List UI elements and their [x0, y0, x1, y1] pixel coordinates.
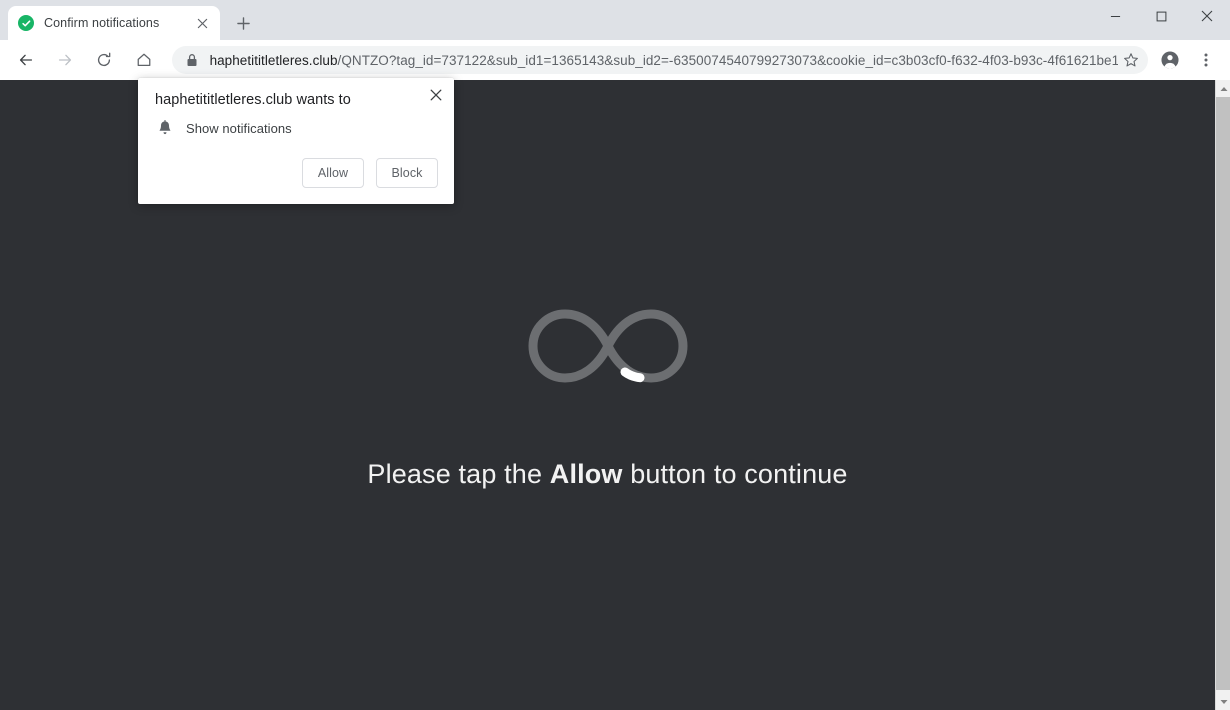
tab-strip: Confirm notifications — [0, 0, 1230, 40]
browser-tab[interactable]: Confirm notifications — [8, 6, 220, 40]
dialog-title: haphetititletleres.club wants to — [155, 92, 351, 108]
scroll-up-icon[interactable] — [1216, 80, 1230, 97]
maximize-icon[interactable] — [1138, 0, 1184, 32]
tab-title: Confirm notifications — [44, 16, 160, 30]
dialog-actions: Allow Block — [302, 158, 438, 188]
permission-row: Show notifications — [155, 120, 292, 136]
bell-icon — [155, 120, 175, 136]
close-window-icon[interactable] — [1184, 0, 1230, 32]
back-arrow-icon[interactable] — [11, 45, 40, 75]
allow-button[interactable]: Allow — [302, 158, 364, 188]
page-scrollbar[interactable] — [1215, 80, 1230, 710]
account-avatar-icon[interactable] — [1155, 45, 1185, 75]
reload-icon[interactable] — [90, 45, 119, 75]
minimize-icon[interactable] — [1092, 0, 1138, 32]
dialog-close-icon[interactable] — [424, 83, 448, 107]
browser-toolbar: haphetititletleres.club/QNTZO?tag_id=737… — [0, 40, 1230, 80]
three-dot-menu-icon[interactable] — [1191, 45, 1221, 75]
lock-icon — [184, 53, 200, 67]
message-suffix: button to continue — [622, 459, 848, 489]
url-text: haphetititletleres.club/QNTZO?tag_id=737… — [210, 53, 1118, 68]
scroll-down-icon[interactable] — [1216, 693, 1230, 710]
notification-permission-dialog: haphetititletleres.club wants to Show no… — [138, 78, 454, 204]
new-tab-icon[interactable] — [229, 9, 257, 37]
scroll-thumb[interactable] — [1216, 97, 1230, 690]
message-prefix: Please tap the — [367, 459, 550, 489]
browser-window: Confirm notifications haphetititletleres… — [0, 0, 1230, 710]
url-path: /QNTZO?tag_id=737122&sub_id1=1365143&sub… — [337, 52, 1119, 68]
message-emphasis: Allow — [549, 459, 623, 489]
tab-close-icon[interactable] — [192, 13, 212, 33]
green-check-circle-icon — [18, 15, 34, 31]
infinity-spinner-icon — [519, 300, 697, 397]
permission-label: Show notifications — [186, 120, 292, 136]
block-button[interactable]: Block — [376, 158, 438, 188]
star-icon[interactable] — [1118, 47, 1144, 73]
toolbar-right-group — [1152, 45, 1224, 75]
forward-arrow-icon — [50, 45, 79, 75]
url-host: haphetititletleres.club — [209, 52, 338, 68]
window-controls — [1092, 0, 1230, 32]
home-icon[interactable] — [129, 45, 158, 75]
page-message: Please tap the Allow button to continue — [367, 459, 847, 490]
address-bar[interactable]: haphetititletleres.club/QNTZO?tag_id=737… — [171, 46, 1149, 74]
